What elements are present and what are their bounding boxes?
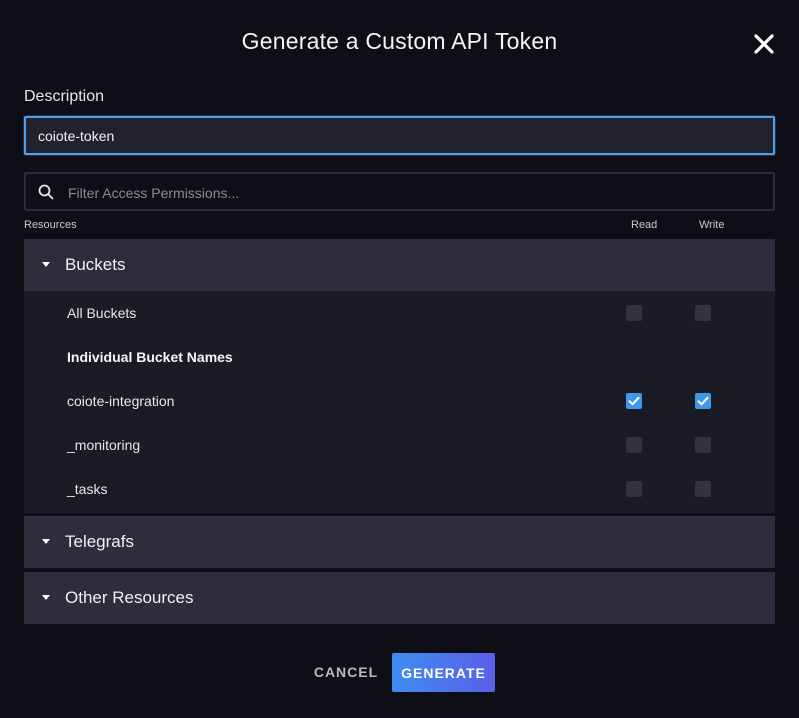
row-label: _monitoring [67,437,141,453]
read-checkbox[interactable] [626,393,642,409]
column-header-write: Write [699,219,725,231]
filter-permissions-input[interactable] [66,174,770,211]
write-checkbox[interactable] [695,305,711,321]
section-header-other-resources[interactable]: Other Resources [24,572,775,624]
permission-row-coiote-integration: coiote-integration [24,379,775,423]
individual-bucket-names-heading: Individual Bucket Names [67,349,233,365]
subheading-row: Individual Bucket Names [24,335,775,379]
checkmark-icon [628,396,640,406]
section-body-buckets: All Buckets Individual Bucket Names coio… [24,291,775,513]
read-checkbox[interactable] [626,481,642,497]
caret-down-icon [42,262,50,267]
description-input[interactable] [24,116,775,155]
caret-down-icon [42,595,50,600]
row-label: All Buckets [67,305,137,321]
permission-row-monitoring: _monitoring [24,423,775,467]
column-header-resources: Resources [24,219,77,231]
close-icon [754,34,774,54]
search-icon [38,184,54,200]
section-header-buckets[interactable]: Buckets [24,239,775,291]
description-label: Description [24,88,105,105]
section-header-telegrafs[interactable]: Telegrafs [24,516,775,568]
column-header-read: Read [631,219,658,231]
read-checkbox[interactable] [626,305,642,321]
generate-token-dialog: Generate a Custom API Token Description … [0,0,799,718]
read-checkbox[interactable] [626,437,642,453]
caret-down-icon [42,539,50,544]
cancel-button[interactable]: CANCEL [302,653,390,691]
dialog-title: Generate a Custom API Token [241,28,558,54]
write-checkbox[interactable] [695,437,711,453]
row-label: _tasks [67,481,108,497]
row-label: coiote-integration [67,393,175,409]
section-label-telegrafs: Telegrafs [65,532,134,551]
section-label-buckets: Buckets [65,255,126,274]
write-checkbox[interactable] [695,393,711,409]
section-label-other-resources: Other Resources [65,588,194,607]
write-checkbox[interactable] [695,481,711,497]
permission-row-tasks: _tasks [24,467,775,511]
generate-button[interactable]: GENERATE [392,653,495,692]
close-button[interactable] [751,31,777,57]
filter-permissions-field[interactable] [24,172,775,211]
permission-row-all-buckets: All Buckets [24,291,775,335]
checkmark-icon [697,396,709,406]
